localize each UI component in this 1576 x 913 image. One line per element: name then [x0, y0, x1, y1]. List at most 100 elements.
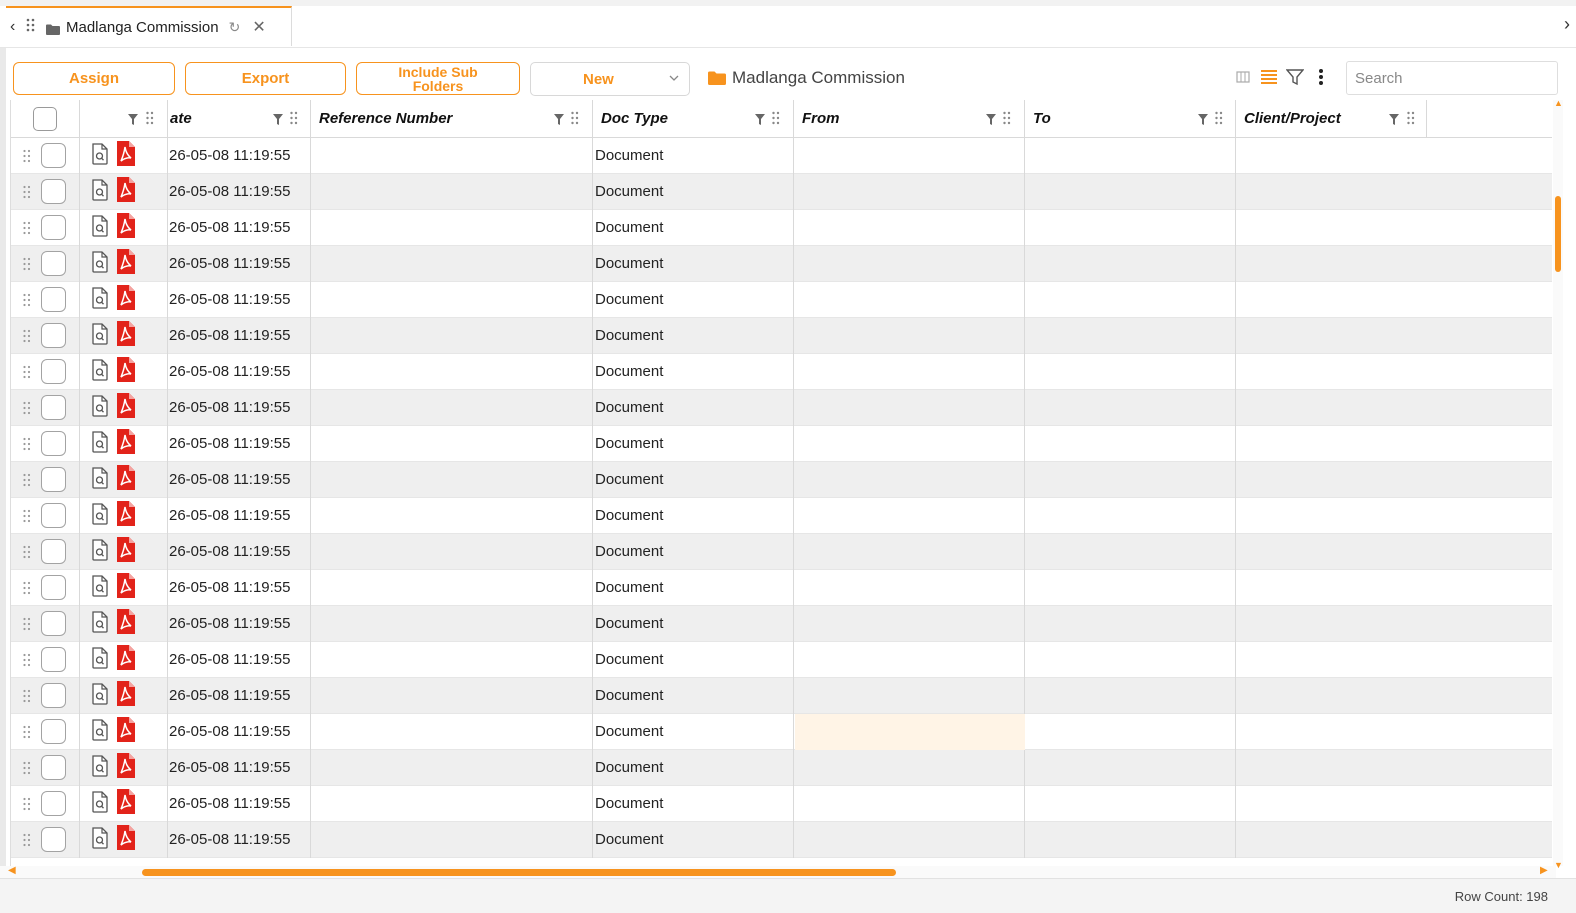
row-checkbox[interactable]	[41, 431, 66, 456]
table-row[interactable]: 26-05-08 11:19:55 Document	[11, 570, 1552, 606]
grip-icon[interactable]	[290, 111, 298, 130]
row-checkbox[interactable]	[41, 251, 66, 276]
filter-icon[interactable]	[1285, 68, 1305, 91]
header-date[interactable]: ate	[168, 100, 311, 138]
row-checkbox[interactable]	[41, 287, 66, 312]
pdf-icon[interactable]	[117, 141, 135, 171]
tab-madlanga-commission[interactable]: ‹ Madlanga Commission ↻ ✕	[6, 6, 292, 46]
filter-icon[interactable]	[986, 112, 996, 130]
filter-icon[interactable]	[128, 112, 138, 130]
select-all-checkbox[interactable]	[33, 107, 57, 131]
table-row[interactable]: 26-05-08 11:19:55 Document	[11, 390, 1552, 426]
row-grip-icon[interactable]	[23, 221, 31, 240]
pdf-icon[interactable]	[117, 825, 135, 855]
table-row[interactable]: 26-05-08 11:19:55 Document	[11, 534, 1552, 570]
pdf-icon[interactable]	[117, 249, 135, 279]
grip-icon[interactable]	[1407, 111, 1415, 130]
row-grip-icon[interactable]	[23, 581, 31, 600]
scroll-up-icon[interactable]: ▲	[1554, 98, 1563, 108]
horizontal-scrollbar[interactable]: ◀ ▶	[0, 865, 1556, 878]
new-dropdown[interactable]: New	[530, 62, 690, 96]
next-icon[interactable]: ›	[1564, 14, 1570, 35]
pdf-icon[interactable]	[117, 789, 135, 819]
table-row[interactable]: 26-05-08 11:19:55 Document	[11, 426, 1552, 462]
row-grip-icon[interactable]	[23, 185, 31, 204]
preview-icon[interactable]	[91, 251, 109, 278]
preview-icon[interactable]	[91, 467, 109, 494]
pdf-icon[interactable]	[117, 645, 135, 675]
export-button[interactable]: Export	[185, 62, 346, 95]
back-icon[interactable]: ‹	[10, 18, 24, 36]
pdf-icon[interactable]	[117, 357, 135, 387]
pdf-icon[interactable]	[117, 321, 135, 351]
preview-icon[interactable]	[91, 431, 109, 458]
table-row[interactable]: 26-05-08 11:19:55 Document	[11, 678, 1552, 714]
preview-icon[interactable]	[91, 359, 109, 386]
more-vertical-icon[interactable]	[1318, 68, 1324, 91]
grip-icon[interactable]	[772, 111, 780, 130]
list-view-icon[interactable]	[1260, 69, 1278, 90]
preview-icon[interactable]	[91, 791, 109, 818]
table-row[interactable]: 26-05-08 11:19:55 Document	[11, 354, 1552, 390]
pdf-icon[interactable]	[117, 465, 135, 495]
grip-icon[interactable]	[571, 111, 579, 130]
row-grip-icon[interactable]	[23, 617, 31, 636]
pdf-icon[interactable]	[117, 537, 135, 567]
row-checkbox[interactable]	[41, 359, 66, 384]
pdf-icon[interactable]	[117, 501, 135, 531]
filter-icon[interactable]	[554, 112, 564, 130]
pdf-icon[interactable]	[117, 717, 135, 747]
row-checkbox[interactable]	[41, 791, 66, 816]
preview-icon[interactable]	[91, 647, 109, 674]
row-checkbox[interactable]	[41, 755, 66, 780]
preview-icon[interactable]	[91, 827, 109, 854]
preview-icon[interactable]	[91, 719, 109, 746]
header-from[interactable]: From	[794, 100, 1025, 138]
row-grip-icon[interactable]	[23, 293, 31, 312]
row-grip-icon[interactable]	[23, 653, 31, 672]
row-grip-icon[interactable]	[23, 509, 31, 528]
preview-icon[interactable]	[91, 143, 109, 170]
table-row[interactable]: 26-05-08 11:19:55 Document	[11, 246, 1552, 282]
pdf-icon[interactable]	[117, 285, 135, 315]
close-icon[interactable]: ✕	[252, 17, 265, 37]
filter-icon[interactable]	[755, 112, 765, 130]
header-reference-number[interactable]: Reference Number	[311, 100, 593, 138]
preview-icon[interactable]	[91, 215, 109, 242]
row-checkbox[interactable]	[41, 575, 66, 600]
scroll-left-icon[interactable]: ◀	[8, 865, 16, 876]
header-doc-type[interactable]: Doc Type	[593, 100, 794, 138]
row-grip-icon[interactable]	[23, 833, 31, 852]
preview-icon[interactable]	[91, 683, 109, 710]
table-row[interactable]: 26-05-08 11:19:55 Document	[11, 210, 1552, 246]
row-checkbox[interactable]	[41, 179, 66, 204]
pdf-icon[interactable]	[117, 213, 135, 243]
pdf-icon[interactable]	[117, 393, 135, 423]
include-sub-folders-button[interactable]: Include Sub Folders	[356, 62, 520, 95]
pdf-icon[interactable]	[117, 573, 135, 603]
row-grip-icon[interactable]	[23, 545, 31, 564]
table-row[interactable]: 26-05-08 11:19:55 Document	[11, 714, 1552, 750]
preview-icon[interactable]	[91, 179, 109, 206]
row-checkbox[interactable]	[41, 323, 66, 348]
row-checkbox[interactable]	[41, 683, 66, 708]
filter-icon[interactable]	[1198, 112, 1208, 130]
preview-icon[interactable]	[91, 503, 109, 530]
grip-icon[interactable]	[146, 111, 154, 130]
row-checkbox[interactable]	[41, 467, 66, 492]
preview-icon[interactable]	[91, 287, 109, 314]
pdf-icon[interactable]	[117, 681, 135, 711]
table-row[interactable]: 26-05-08 11:19:55 Document	[11, 498, 1552, 534]
row-grip-icon[interactable]	[23, 365, 31, 384]
pdf-icon[interactable]	[117, 609, 135, 639]
pdf-icon[interactable]	[117, 753, 135, 783]
preview-icon[interactable]	[91, 611, 109, 638]
filter-icon[interactable]	[1389, 112, 1399, 130]
pdf-icon[interactable]	[117, 429, 135, 459]
header-client-project[interactable]: Client/Project	[1236, 100, 1427, 138]
preview-icon[interactable]	[91, 539, 109, 566]
row-grip-icon[interactable]	[23, 725, 31, 744]
search-input[interactable]	[1346, 61, 1558, 95]
table-row[interactable]: 26-05-08 11:19:55 Document	[11, 282, 1552, 318]
row-checkbox[interactable]	[41, 611, 66, 636]
